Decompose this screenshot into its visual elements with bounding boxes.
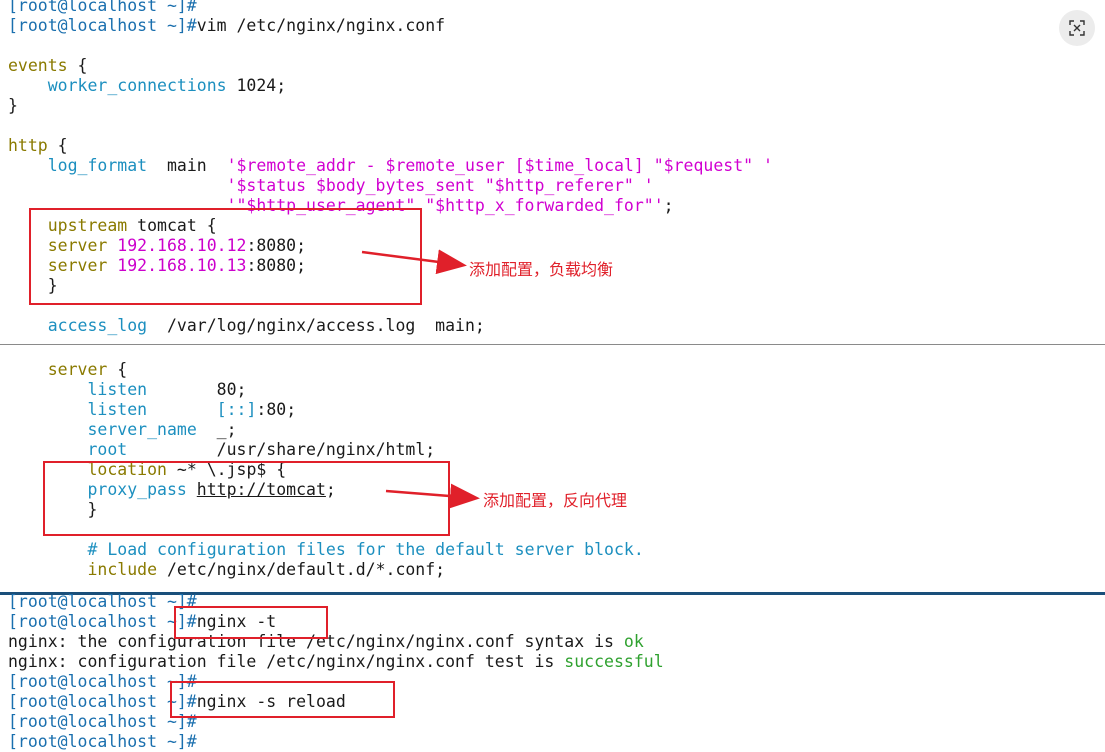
close-glyph <box>1069 20 1085 36</box>
proxy-annotation: 添加配置，反向代理 <box>483 491 628 510</box>
arrow-to-upstream <box>361 249 467 275</box>
annotation-arrows <box>361 249 480 509</box>
upstream-annotation: 添加配置，负载均衡 <box>469 260 614 279</box>
arrow-to-proxy <box>385 483 480 509</box>
close-x-icon[interactable] <box>1059 10 1095 46</box>
